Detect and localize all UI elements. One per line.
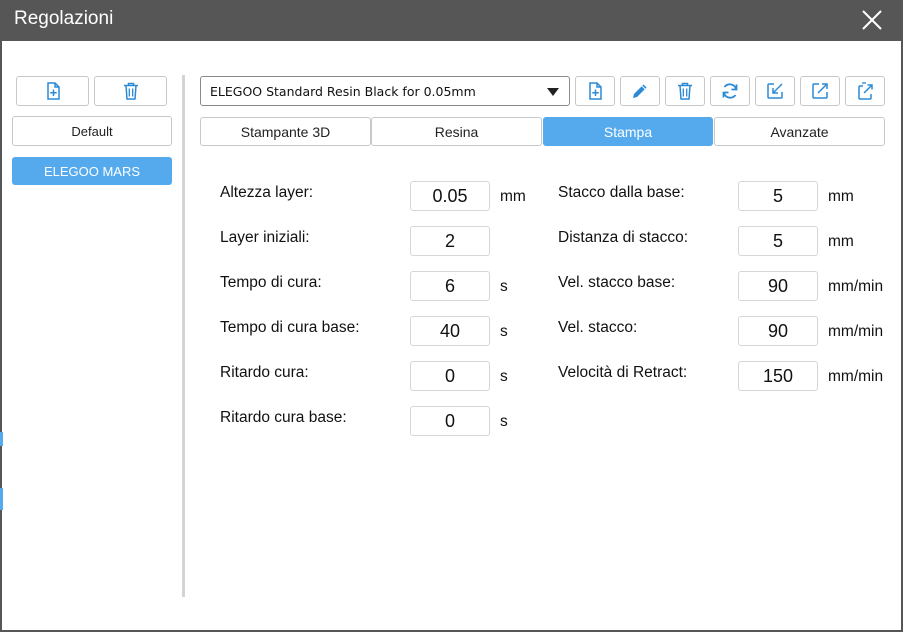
profile-item-label: ELEGOO MARS — [43, 163, 141, 179]
delete-profile-button[interactable] — [94, 76, 167, 106]
retract-speed-input[interactable]: 150 — [738, 361, 818, 391]
layer-height-label: Altezza layer: — [220, 184, 314, 201]
refresh-button[interactable] — [710, 76, 750, 106]
new-file-icon — [46, 82, 60, 100]
initial-layers-input[interactable]: 2 — [410, 226, 490, 256]
export-all-button[interactable] — [845, 76, 885, 106]
tab-stampante-3d[interactable]: Stampante 3D — [200, 117, 371, 146]
base-cure-delay-unit: s — [500, 413, 508, 430]
base-cure-time-label: Tempo di cura base: — [220, 319, 360, 336]
refresh-icon — [722, 83, 738, 99]
profile-item-elegoo-mars[interactable]: ELEGOO MARS — [12, 157, 172, 185]
profile-item-label: Default — [71, 123, 113, 139]
base-lift-input[interactable]: 5 — [738, 181, 818, 211]
base-lift-speed-unit: mm/min — [828, 278, 884, 295]
tab-avanzate[interactable]: Avanzate — [714, 117, 885, 146]
profile-item-default[interactable]: Default — [12, 116, 172, 146]
title-bar: Regolazioni — [0, 0, 903, 41]
new-resin-button[interactable] — [575, 76, 615, 106]
base-cure-delay-label: Ritardo cura base: — [220, 409, 347, 426]
export-button[interactable] — [800, 76, 840, 106]
lift-speed-input[interactable]: 90 — [738, 316, 818, 346]
import-button[interactable] — [755, 76, 795, 106]
tab-resina[interactable]: Resina — [371, 117, 542, 146]
base-cure-delay-input[interactable]: 0 — [410, 406, 490, 436]
export-all-icon — [858, 82, 873, 100]
add-profile-button[interactable] — [16, 76, 89, 106]
edit-resin-button[interactable] — [620, 76, 660, 106]
base-lift-speed-input[interactable]: 90 — [738, 271, 818, 301]
chevron-down-icon — [547, 88, 559, 96]
close-icon[interactable] — [861, 9, 883, 31]
cure-time-unit: s — [500, 278, 508, 295]
trash-icon — [123, 82, 138, 100]
resin-profile-select[interactable]: ELEGOO Standard Resin Black for 0.05mm — [200, 76, 570, 106]
resin-profile-value: ELEGOO Standard Resin Black for 0.05mm — [210, 84, 476, 99]
lift-distance-label: Distanza di stacco: — [558, 229, 689, 246]
base-cure-time-input[interactable]: 40 — [410, 316, 490, 346]
layer-height-unit: mm — [500, 188, 526, 205]
base-lift-label: Stacco dalla base: — [558, 184, 685, 201]
lift-speed-label: Vel. stacco: — [558, 319, 638, 336]
cure-time-label: Tempo di cura: — [220, 274, 322, 291]
edge-accent — [0, 432, 3, 446]
edge-accent — [0, 488, 3, 510]
retract-speed-unit: mm/min — [828, 368, 884, 385]
base-lift-unit: mm — [828, 188, 854, 205]
lift-distance-input[interactable]: 5 — [738, 226, 818, 256]
retract-speed-label: Velocità di Retract: — [558, 364, 688, 381]
lift-speed-unit: mm/min — [828, 323, 884, 340]
tab-stampa[interactable]: Stampa — [543, 117, 713, 146]
delete-resin-button[interactable] — [665, 76, 705, 106]
new-file-icon — [589, 82, 602, 100]
window-title: Regolazioni — [14, 8, 114, 29]
cure-time-input[interactable]: 6 — [410, 271, 490, 301]
panel-divider — [182, 75, 185, 597]
cure-delay-unit: s — [500, 368, 508, 385]
import-icon — [767, 83, 783, 99]
lift-distance-unit: mm — [828, 233, 854, 250]
initial-layers-label: Layer iniziali: — [220, 229, 310, 246]
cure-delay-input[interactable]: 0 — [410, 361, 490, 391]
pencil-icon — [633, 84, 647, 98]
trash-icon — [678, 82, 692, 100]
base-cure-time-unit: s — [500, 323, 508, 340]
base-lift-speed-label: Vel. stacco base: — [558, 274, 676, 291]
cure-delay-label: Ritardo cura: — [220, 364, 309, 381]
export-icon — [812, 83, 828, 99]
layer-height-input[interactable]: 0.05 — [410, 181, 490, 211]
